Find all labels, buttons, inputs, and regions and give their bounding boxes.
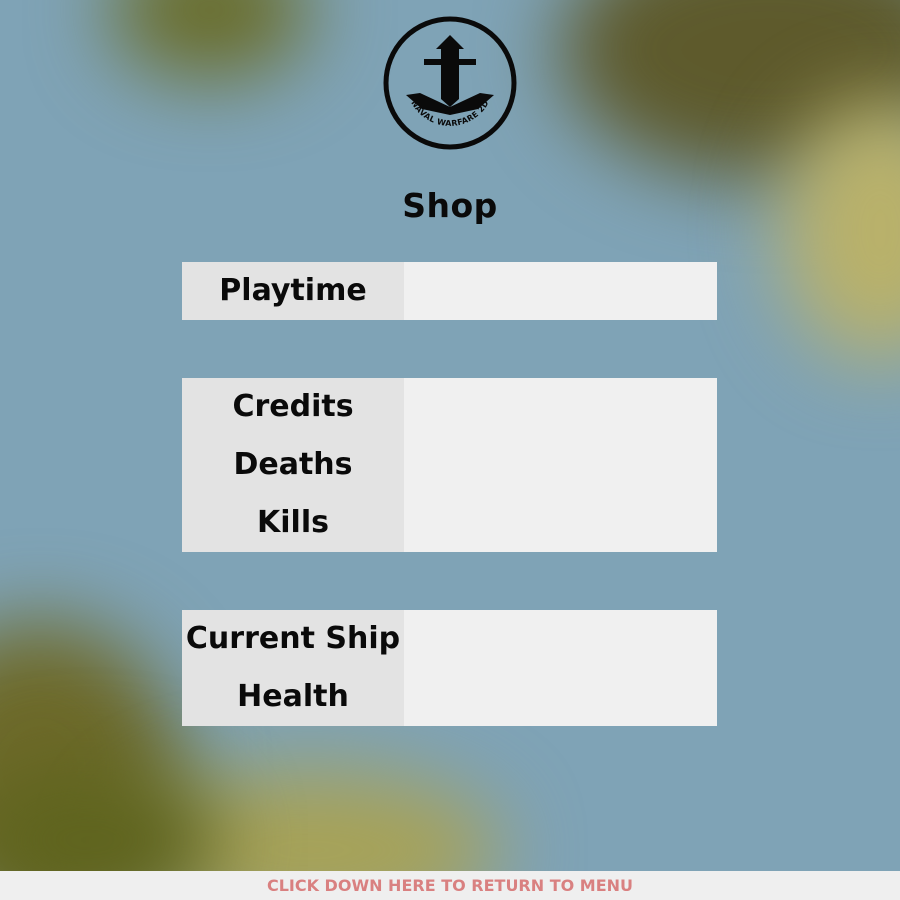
health-value bbox=[404, 668, 717, 726]
anchor-icon: NAVAL WARFARE 2D bbox=[383, 16, 517, 150]
health-label: Health bbox=[237, 679, 349, 714]
playtime-label: Playtime bbox=[219, 273, 367, 308]
credits-label: Credits bbox=[232, 389, 354, 424]
current-ship-label: Current Ship bbox=[185, 621, 401, 656]
page-title: Shop bbox=[402, 186, 498, 225]
return-to-menu-button[interactable]: CLICK DOWN HERE TO RETURN TO MENU bbox=[0, 871, 900, 900]
playtime-value bbox=[404, 262, 717, 320]
kills-label: Kills bbox=[257, 505, 329, 540]
credits-value bbox=[404, 378, 717, 436]
stats-panel: Credits Deaths Kills bbox=[182, 378, 717, 552]
playtime-panel: Playtime bbox=[182, 262, 717, 320]
game-screen: NAVAL WARFARE 2D Shop Playtime Credits D… bbox=[0, 0, 900, 900]
deaths-value bbox=[404, 436, 717, 494]
ship-panel: Current Ship Health bbox=[182, 610, 717, 726]
current-ship-value bbox=[404, 610, 717, 668]
deaths-label: Deaths bbox=[233, 447, 353, 482]
kills-value bbox=[404, 494, 717, 552]
game-logo: NAVAL WARFARE 2D bbox=[382, 15, 518, 151]
